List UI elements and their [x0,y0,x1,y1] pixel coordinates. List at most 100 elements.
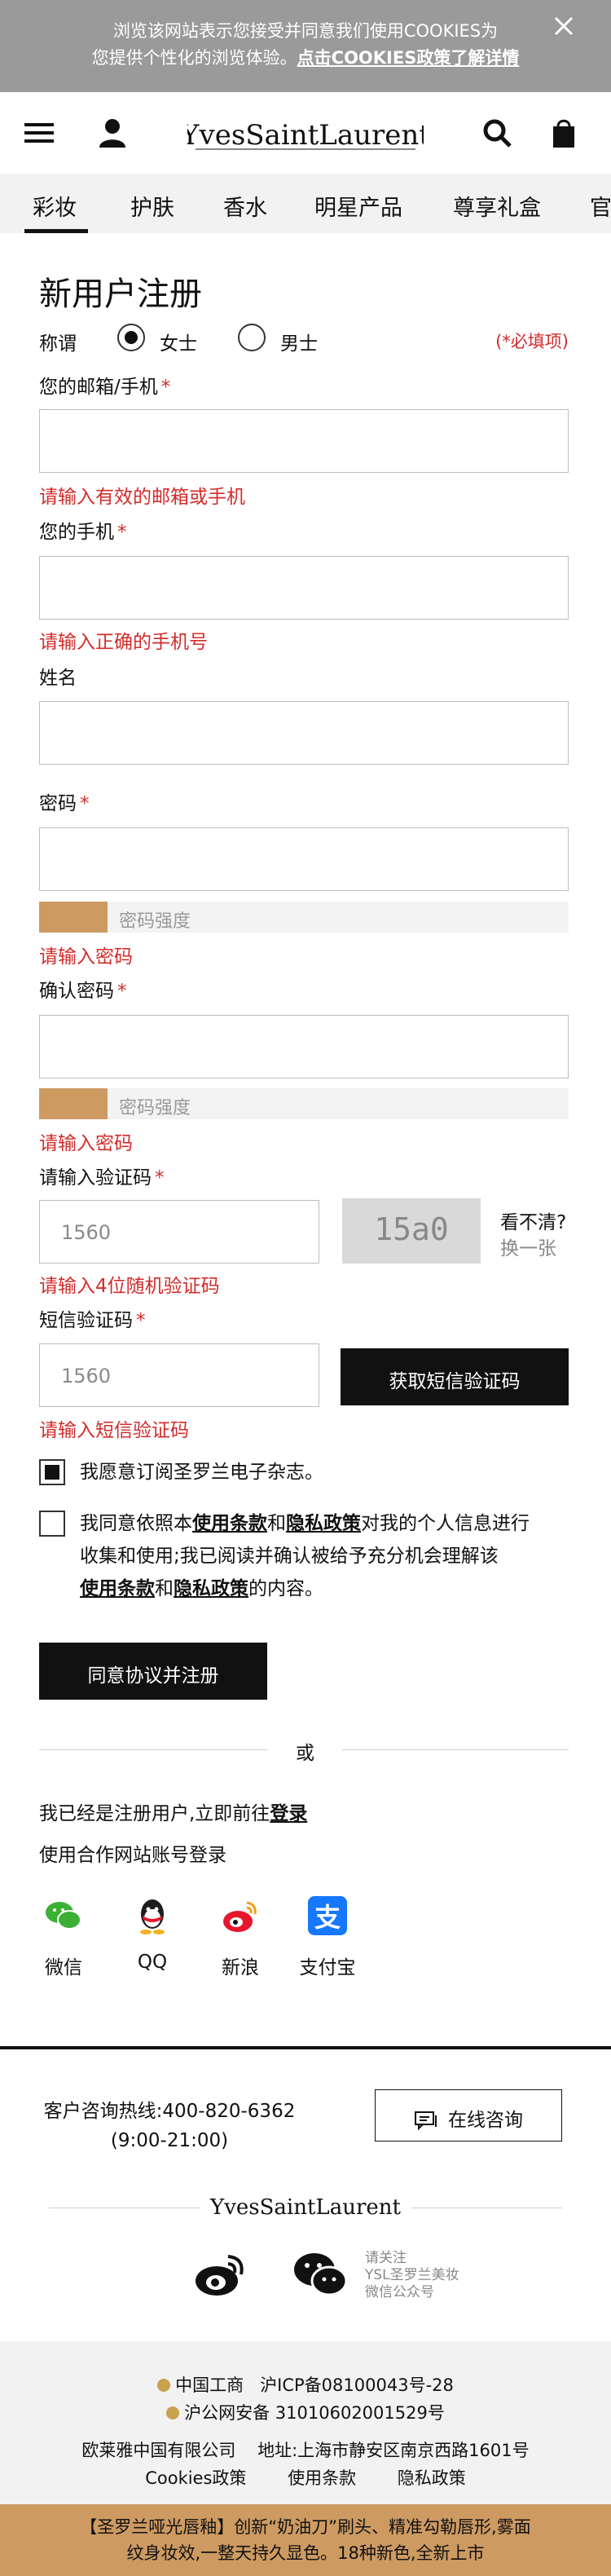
divider-right [342,1749,569,1750]
email-label: 您的邮箱/手机 * [39,377,171,398]
terms-link-2[interactable]: 使用条款 [80,1578,155,1599]
confirm-password-error: 请输入密码 [39,1133,133,1154]
category-star-products[interactable]: 明星产品 [314,190,402,222]
sms-code-error: 请输入短信验证码 [39,1420,189,1441]
social-wechat[interactable]: 微信 [31,1891,96,1979]
footer-weibo-icon[interactable] [192,2250,249,2299]
promo-banner[interactable]: 【圣罗兰哑光唇釉】创新“奶油刀”刷头、精准勾勒唇形,雾面 纹身妆效,一整天持久显… [0,2504,611,2576]
search-icon[interactable] [481,117,513,149]
footer-privacy-link[interactable]: 隐私政策 [398,2468,466,2488]
email-input[interactable] [39,409,569,473]
weibo-icon [223,1901,257,1932]
get-sms-code-button[interactable]: 获取短信验证码 [341,1348,569,1405]
online-consult-button[interactable]: 在线咨询 [375,2089,562,2142]
captcha-input[interactable]: 1560 [39,1200,319,1264]
privacy-link-2[interactable]: 隐私政策 [174,1578,248,1599]
confirm-strength-label: 密码强度 [119,1098,191,1118]
confirm-password-input[interactable] [39,1015,569,1078]
phone-error: 请输入正确的手机号 [39,632,208,653]
social-weibo-label: 新浪 [222,1957,259,1978]
category-fragrance[interactable]: 香水 [223,190,267,222]
radio-male-label: 男士 [280,333,318,355]
captcha-unclear-text: 看不清? [500,1212,567,1233]
login-link[interactable]: 登录 [270,1803,307,1824]
social-alipay-label: 支付宝 [299,1957,356,1978]
page-title: 新用户注册 [39,276,202,313]
terms-link[interactable]: 使用条款 [192,1513,267,1534]
or-separator: 或 [296,1743,314,1764]
badge-icon [157,2379,171,2392]
phone-label: 您的手机 * [39,522,127,543]
radio-male[interactable] [238,324,266,351]
category-gift-sets[interactable]: 尊享礼盒 [453,190,541,222]
wechat-icon [39,1891,88,1940]
footer-legal: 中国工商 沪ICP备08100043号-28 沪公网安备 31010602001… [0,2341,611,2504]
wechat-follow-note: 请关注 YSL圣罗兰美妆 微信公众号 [365,2250,459,2300]
agree-terms-checkbox[interactable] [39,1511,65,1537]
password-error: 请输入密码 [39,946,133,968]
radio-female-label: 女士 [160,333,197,355]
captcha-label: 请输入验证码 * [39,1167,165,1189]
qq-icon [140,1899,165,1934]
chat-icon [415,2111,437,2131]
sms-code-label: 短信验证码 * [39,1310,146,1331]
svg-text:支: 支 [314,1902,341,1933]
email-error: 请输入有效的邮箱或手机 [39,487,245,508]
already-registered: 我已经是注册用户,立即前往登录 [39,1803,308,1824]
category-more[interactable]: 官 [590,190,611,222]
cookie-text: 浏览该网站表示您接受并同意我们使用COOKIES为 您提供个性化的浏览体验。点击… [49,18,562,72]
icp-line-2: 沪公网安备 31010602001529号 [0,2400,611,2424]
salutation-label: 称谓 [39,333,77,355]
cookie-banner: 浏览该网站表示您接受并同意我们使用COOKIES为 您提供个性化的浏览体验。点击… [0,0,611,92]
cookie-line-1: 浏览该网站表示您接受并同意我们使用COOKIES为 [112,21,499,41]
svg-text:YvesSaintLaurent: YvesSaintLaurent [209,2195,401,2220]
required-note: (*必填项) [495,332,569,351]
category-skincare[interactable]: 护肤 [130,190,174,222]
footer-terms-link[interactable]: 使用条款 [288,2468,356,2488]
ysl-logo[interactable]: YvesSaintLaurent [187,113,424,154]
divider-left [39,1749,267,1750]
footer-links: Cookies政策 使用条款 隐私政策 [0,2465,611,2490]
captcha-image[interactable]: 15a0 [342,1198,481,1264]
shopping-bag-icon[interactable] [547,117,580,149]
register-submit-button[interactable]: 同意协议并注册 [39,1643,267,1700]
alipay-icon: 支 [308,1896,347,1935]
footer-wechat-icon[interactable] [292,2248,349,2300]
partner-login-label: 使用合作网站账号登录 [39,1845,226,1866]
social-alipay[interactable]: 支 支付宝 [295,1891,360,1979]
social-weibo[interactable]: 新浪 [208,1891,273,1979]
sms-code-input[interactable]: 1560 [39,1343,319,1407]
newsletter-label: 我愿意订阅圣罗兰电子杂志。 [80,1462,323,1483]
radio-female[interactable] [117,324,145,351]
footer-cookies-link[interactable]: Cookies政策 [145,2468,246,2488]
privacy-link[interactable]: 隐私政策 [286,1513,361,1534]
agree-terms-text: 我同意依照本使用条款和隐私政策对我的个人信息进行 收集和使用;我已阅读并确认被给… [80,1513,530,1599]
captcha-error: 请输入4位随机验证码 [39,1276,220,1297]
name-label: 姓名 [39,668,77,689]
svg-text:YvesSaintLaurent: YvesSaintLaurent [187,119,424,152]
close-icon[interactable] [549,11,578,41]
site-header: YvesSaintLaurent [0,92,611,174]
cookie-policy-link[interactable]: 点击COOKIES政策了解详情 [297,48,520,68]
name-input[interactable] [39,701,569,765]
captcha-refresh-link[interactable]: 换一张 [500,1233,556,1260]
social-qq[interactable]: QQ [120,1891,185,1973]
password-strength-fill [39,902,108,933]
icp-line-1: 中国工商 沪ICP备08100043号-28 [0,2372,611,2397]
confirm-strength-bar: 密码强度 [39,1088,569,1119]
cookie-line-2: 您提供个性化的浏览体验。 [91,48,297,68]
confirm-strength-fill [39,1088,108,1119]
account-icon[interactable] [96,117,129,149]
phone-input[interactable] [39,556,569,620]
customer-hotline: 客户咨询热线:400-820-6362 (9:00-21:00) [43,2101,296,2151]
company-address: 欧莱雅中国有限公司 地址:上海市静安区南京西路1601号 [81,2441,530,2460]
footer-divider [0,2046,611,2049]
newsletter-checkbox[interactable] [39,1459,65,1485]
password-input[interactable] [39,827,569,891]
category-nav: 彩妆 护肤 香水 明星产品 尊享礼盒 官 [0,174,611,233]
active-category-indicator [24,229,88,233]
social-qq-label: QQ [137,1952,168,1973]
menu-icon[interactable] [23,117,55,149]
social-wechat-label: 微信 [45,1957,82,1978]
category-makeup[interactable]: 彩妆 [33,190,77,222]
